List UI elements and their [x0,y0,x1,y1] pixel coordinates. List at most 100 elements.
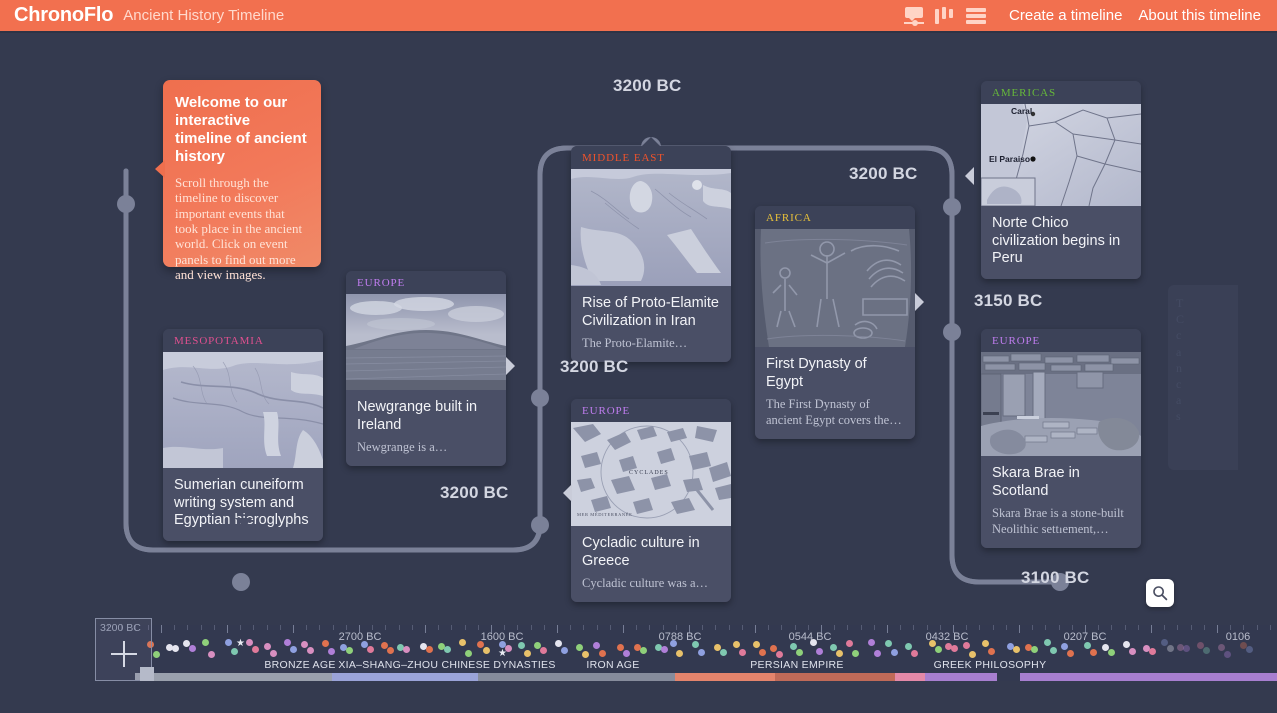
ruler-event-dot[interactable] [622,650,630,658]
ruler-event-dot[interactable] [911,650,919,658]
mesopotamia-card[interactable]: MESOPOTAMIA Sumerian cuneiform writing s… [163,329,323,542]
ruler-event-dot[interactable] [425,646,433,654]
ruler-event-dot[interactable] [951,645,959,653]
ruler-era-segment[interactable] [775,673,895,681]
ruler-event-dot[interactable] [251,645,259,653]
ruler-event-dot[interactable] [752,641,760,649]
ruler-event-dot[interactable] [692,640,700,648]
ruler-event-dot[interactable] [231,647,239,655]
ruler-event-dot[interactable] [367,646,375,654]
ruler-event-dot[interactable] [796,648,803,656]
ruler-event-dot[interactable] [523,649,531,657]
ruler-event-dot[interactable] [616,643,624,651]
ruler-event-dot[interactable] [517,641,525,649]
ruler-event-dot[interactable] [873,649,881,657]
cycladic-card[interactable]: EUROPE CYCLADES MER MÉDITERRANÉE Cycladi… [571,399,731,603]
ruler-event-dot[interactable] [189,645,197,653]
ruler-event-dot[interactable] [575,644,583,652]
ruler-event-dot[interactable] [540,647,548,655]
ruler-event-dot[interactable] [1050,646,1058,654]
ruler-event-dot[interactable] [1044,639,1052,647]
ruler-event-dot[interactable] [1245,645,1253,653]
ruler-era-segment[interactable] [1020,673,1277,681]
ruler-event-dot[interactable] [386,646,394,654]
ruler-event-dot[interactable] [1012,645,1020,653]
ruler-era-segment[interactable] [895,673,925,681]
ruler-event-dot[interactable] [640,647,647,655]
about-timeline-link[interactable]: About this timeline [1138,7,1261,24]
ruler-event-dot[interactable] [1090,648,1098,656]
ruler-event-dot[interactable] [661,646,669,654]
skara-brae-card[interactable]: EUROPE Skara Brae in Scotland Skara Brae… [981,329,1141,549]
ruler-event-dot[interactable] [1123,640,1131,648]
ruler-event-dot[interactable] [815,647,823,655]
ruler-event-dot[interactable] [1167,645,1175,653]
welcome-panel[interactable]: Welcome to our interactive timeline of a… [163,80,321,282]
move-crosshair-icon[interactable] [111,641,137,667]
timeline-view-icon[interactable] [903,6,925,26]
ruler-event-dot[interactable] [225,639,233,647]
ruler-event-dot[interactable] [483,646,491,654]
ruler-event-dot[interactable] [245,639,253,647]
ruler-event-dot[interactable] [402,645,410,653]
ruler-event-dot[interactable] [592,641,600,649]
ruler-event-dot[interactable] [171,645,179,653]
ruler-event-dot[interactable] [1031,645,1039,653]
ruler-highlight-star-icon[interactable]: ★ [236,639,245,649]
ruler-event-dot[interactable] [830,643,838,651]
viewport-resize-handle[interactable] [140,667,154,681]
ruler-event-dot[interactable] [934,645,942,653]
ruler-event-dot[interactable] [464,649,472,657]
ruler-event-dot[interactable] [698,648,706,656]
ruler-era-segment[interactable] [925,673,997,681]
list-view-icon[interactable] [965,6,987,26]
ruler-event-dot[interactable] [851,649,859,657]
ruler-event-dot[interactable] [301,640,309,648]
ruler-event-dot[interactable] [770,644,778,652]
ruler-event-dot[interactable] [1061,642,1069,650]
ruler-event-dot[interactable] [982,640,990,648]
ruler-event-dot[interactable] [968,650,976,658]
ruler-event-dot[interactable] [345,647,353,655]
ruler-event-dot[interactable] [720,649,727,657]
ruler-event-dot[interactable] [1084,642,1092,650]
norte-chico-card[interactable]: AMERICAS Caral El Paraiso Norte Chico ci… [981,81,1141,280]
ruler-event-dot[interactable] [458,639,466,646]
ruler-event-dot[interactable] [669,639,677,647]
ruler-highlight-star-icon[interactable]: ★ [498,649,507,659]
first-dynasty-egypt-card[interactable]: AFRICA First Dynasty of Egypt The First … [755,206,915,440]
ruler-event-dot[interactable] [776,650,784,658]
ruler-event-dot[interactable] [327,648,335,656]
ruler-event-dot[interactable] [283,639,291,647]
newgrange-card[interactable]: EUROPE Newgrange built in Ireland Newgra… [346,271,506,467]
search-button[interactable] [1146,579,1174,607]
ruler-event-dot[interactable] [758,648,766,656]
ruler-event-dot[interactable] [1202,647,1210,655]
timeline-ruler[interactable]: 2700 BC 1600 BC 0788 BC 0544 BC 0432 BC 0207 … [95,618,1277,681]
ruler-event-dot[interactable] [928,639,936,647]
ruler-event-dot[interactable] [321,640,329,648]
ruler-event-dot[interactable] [1218,643,1226,651]
ruler-event-dot[interactable] [867,639,875,647]
ruler-event-dot[interactable] [1224,650,1232,658]
ruler-event-dot[interactable] [891,648,899,656]
columns-view-icon[interactable] [934,6,956,26]
ruler-event-dot[interactable] [675,649,683,657]
ruler-event-dot[interactable] [988,647,996,655]
ruler-event-dot[interactable] [307,646,315,654]
ruler-event-dot[interactable] [201,639,209,647]
offscreen-card-preview[interactable]: T C c a n c a s [1168,285,1238,470]
ruler-event-dot[interactable] [732,641,740,648]
ruler-event-dot[interactable] [1107,648,1115,656]
ruler-event-dot[interactable] [905,642,913,650]
create-timeline-link[interactable]: Create a timeline [1009,7,1122,24]
ruler-event-dot[interactable] [790,642,797,650]
ruler-event-dot[interactable] [598,649,606,657]
ruler-event-dot[interactable] [207,650,215,658]
ruler-event-dot[interactable] [270,649,278,657]
ruler-event-dot[interactable] [738,649,746,657]
ruler-event-dot[interactable] [561,646,569,654]
proto-elamite-card[interactable]: MIDDLE EAST Rise of Proto-Elamite Civili… [571,146,731,363]
ruler-event-dot[interactable] [443,646,451,654]
ruler-event-dot[interactable] [581,650,589,658]
